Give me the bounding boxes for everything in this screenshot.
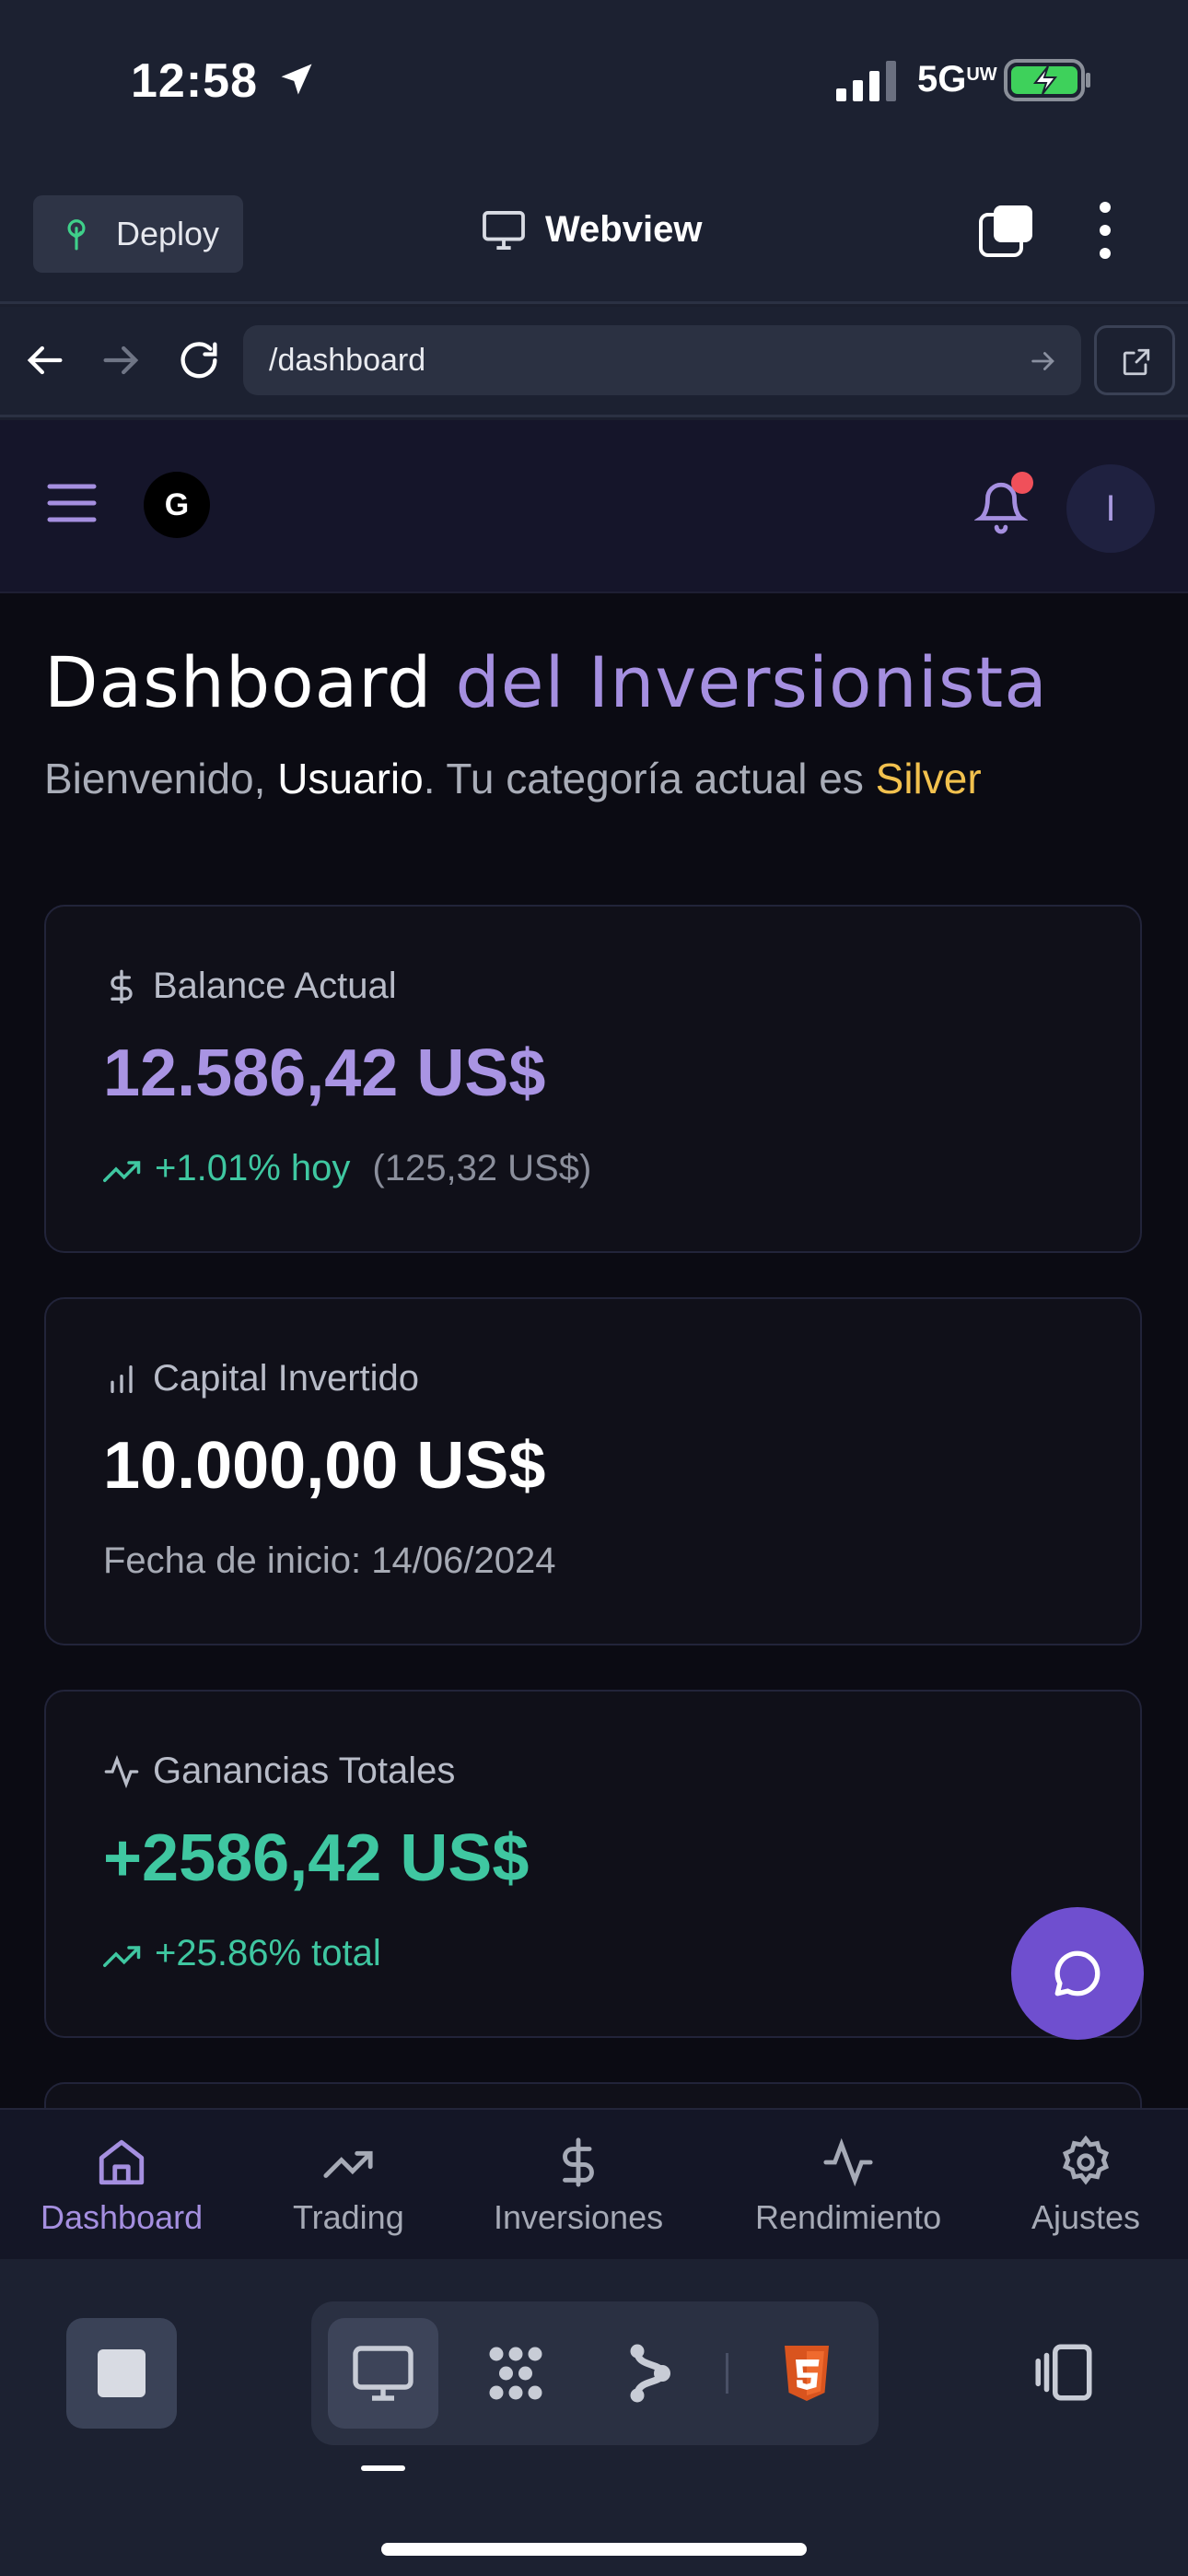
monitor-icon bbox=[483, 210, 525, 250]
app-header: G I bbox=[0, 420, 1188, 593]
bottom-toolbar bbox=[0, 2259, 1188, 2576]
capital-card: Capital Invertido 10.000,00 US$ Fecha de… bbox=[44, 1297, 1142, 1645]
nav-rendimiento[interactable]: Rendimiento bbox=[755, 2136, 941, 2237]
network-indicator: 5GUW bbox=[917, 59, 997, 100]
view-switcher bbox=[311, 2301, 879, 2445]
earnings-value: +2586,42 US$ bbox=[103, 1821, 530, 1895]
earnings-label: Ganancias Totales bbox=[103, 1751, 455, 1792]
battery-charging-icon bbox=[1004, 59, 1090, 101]
home-indicator bbox=[381, 2543, 807, 2556]
more-vertical-icon[interactable] bbox=[1087, 198, 1124, 263]
address-bar: /dashboard bbox=[0, 307, 1188, 417]
monitor-icon bbox=[353, 2346, 413, 2401]
location-arrow-icon bbox=[281, 64, 312, 95]
capital-value: 10.000,00 US$ bbox=[103, 1429, 546, 1503]
balance-card: Balance Actual 12.586,42 US$ +1.01% hoy … bbox=[44, 905, 1142, 1253]
url-text: /dashboard bbox=[269, 342, 426, 378]
notification-dot bbox=[1011, 472, 1033, 494]
user-avatar[interactable]: I bbox=[1066, 464, 1155, 553]
capital-label: Capital Invertido bbox=[103, 1358, 419, 1399]
balance-value: 12.586,42 US$ bbox=[103, 1036, 546, 1110]
activity-icon bbox=[104, 1754, 139, 1788]
deploy-button[interactable]: Deploy bbox=[33, 195, 243, 273]
deploy-tree-icon bbox=[67, 219, 86, 251]
reload-icon[interactable] bbox=[175, 336, 223, 384]
html5-icon bbox=[785, 2346, 829, 2401]
home-icon bbox=[99, 2139, 145, 2185]
trending-up-icon bbox=[323, 2150, 373, 2178]
balance-change: +1.01% hoy (125,32 US$) bbox=[103, 1148, 591, 1189]
stop-icon bbox=[98, 2349, 146, 2397]
deploy-label: Deploy bbox=[116, 215, 220, 252]
go-arrow-icon[interactable] bbox=[1028, 345, 1059, 377]
webview-title-text: Webview bbox=[545, 209, 703, 250]
webview-title: Webview bbox=[483, 209, 702, 251]
trending-up-icon bbox=[103, 1160, 141, 1182]
html-file-button[interactable] bbox=[751, 2318, 862, 2429]
active-segment-indicator bbox=[361, 2465, 405, 2471]
stop-button[interactable] bbox=[66, 2318, 177, 2429]
earnings-change: +25.86% total bbox=[103, 1933, 381, 1974]
status-time: 12:58 bbox=[131, 54, 258, 108]
nav-ajustes[interactable]: Ajustes bbox=[1031, 2136, 1140, 2237]
status-bar: 12:58 5GUW bbox=[0, 0, 1188, 161]
trending-up-icon bbox=[103, 1945, 141, 1967]
url-field[interactable]: /dashboard bbox=[243, 325, 1081, 395]
bottom-nav: Dashboard Trading Inversiones Rendimient… bbox=[0, 2108, 1188, 2259]
dollar-icon bbox=[111, 969, 133, 1003]
dollar-icon bbox=[563, 2137, 594, 2187]
start-date: Fecha de inicio: 14/06/2024 bbox=[103, 1540, 556, 1581]
app-viewport: G I Dashboard del Inversionista Bienveni… bbox=[0, 420, 1188, 2259]
chat-bubble-icon bbox=[1054, 1950, 1101, 1996]
app-logo[interactable]: G bbox=[144, 472, 210, 538]
open-external-button[interactable] bbox=[1094, 325, 1175, 395]
device-preview-icon[interactable] bbox=[1030, 2338, 1098, 2406]
external-link-icon bbox=[1123, 348, 1150, 376]
cellular-signal-icon bbox=[836, 61, 896, 101]
tabs-icon[interactable] bbox=[978, 203, 1035, 260]
dots-grid-icon bbox=[489, 2347, 542, 2400]
nav-dashboard[interactable]: Dashboard bbox=[41, 2136, 203, 2237]
gear-icon bbox=[1063, 2136, 1110, 2185]
menu-icon[interactable] bbox=[46, 481, 98, 525]
agent-button[interactable] bbox=[593, 2318, 704, 2429]
earnings-card: Ganancias Totales +2586,42 US$ +25.86% t… bbox=[44, 1690, 1142, 2038]
welcome-text: Bienvenido, Usuario. Tu categoría actual… bbox=[44, 755, 982, 802]
chat-button[interactable] bbox=[1011, 1907, 1144, 2040]
back-arrow-icon[interactable] bbox=[20, 336, 68, 384]
balance-label: Balance Actual bbox=[103, 966, 397, 1007]
activity-icon bbox=[823, 2137, 873, 2187]
replit-grid-button[interactable] bbox=[460, 2318, 571, 2429]
webview-header: Deploy Webview bbox=[0, 161, 1188, 304]
bar-chart-icon bbox=[111, 1364, 133, 1393]
nav-trading[interactable]: Trading bbox=[293, 2136, 404, 2237]
page-title: Dashboard del Inversionista bbox=[44, 641, 1048, 723]
segment-divider bbox=[726, 2353, 728, 2394]
forward-arrow-icon[interactable] bbox=[98, 336, 146, 384]
webview-mode-button[interactable] bbox=[328, 2318, 438, 2429]
agent-branch-icon bbox=[630, 2344, 670, 2403]
nav-inversiones[interactable]: Inversiones bbox=[494, 2136, 663, 2237]
